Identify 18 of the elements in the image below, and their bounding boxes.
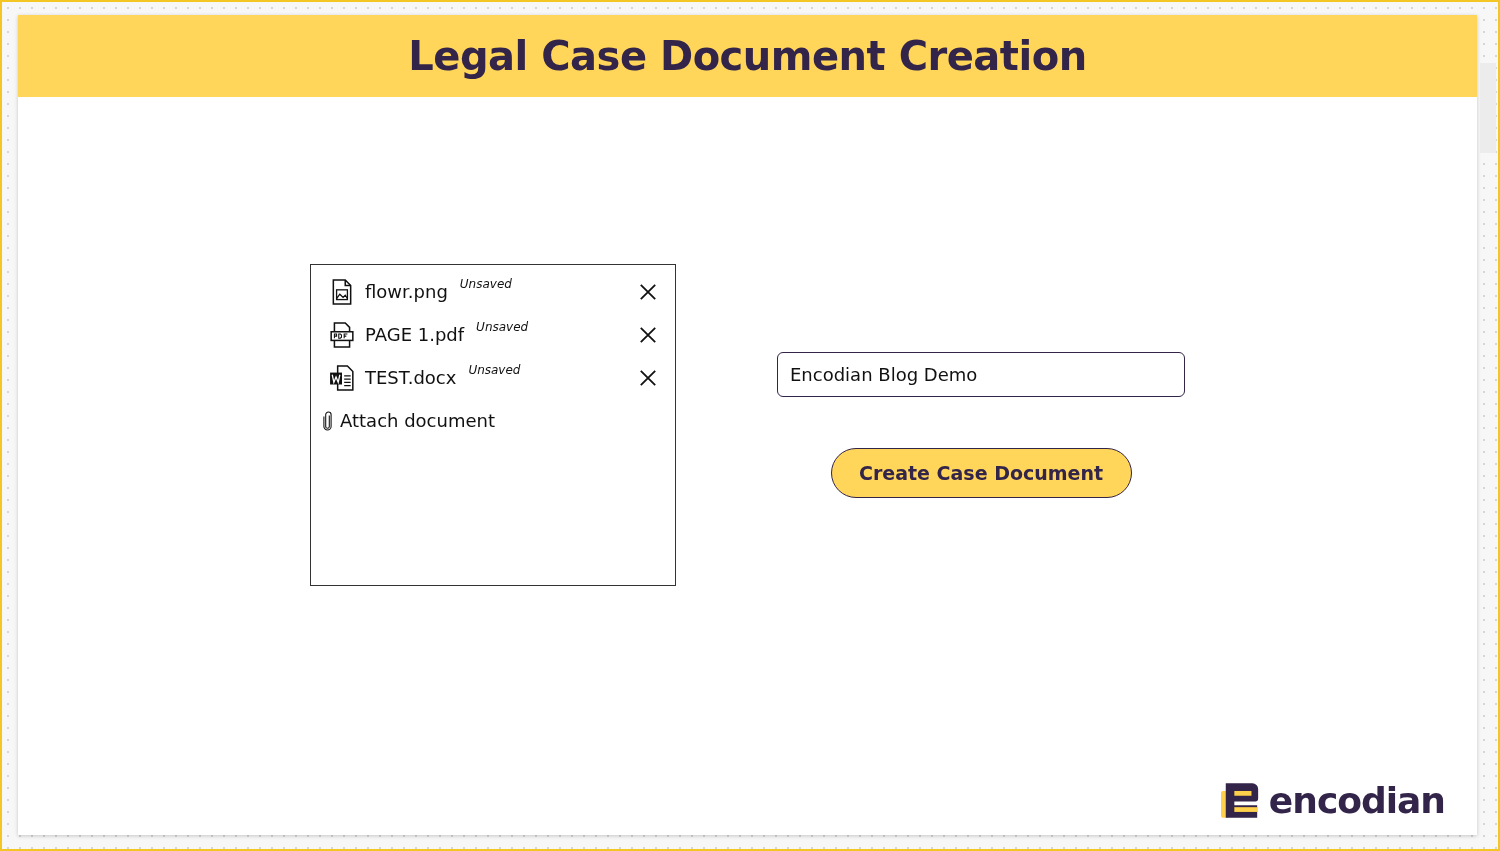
paperclip-icon	[323, 410, 332, 431]
file-name: TEST.docx	[365, 367, 457, 388]
close-icon[interactable]	[639, 369, 657, 387]
file-status: Unsaved	[468, 363, 521, 377]
logo-icon	[1220, 783, 1261, 818]
pdf-file-icon	[329, 322, 355, 348]
file-status: Unsaved	[476, 320, 529, 334]
create-case-document-button[interactable]: Create Case Document	[830, 448, 1132, 498]
close-icon[interactable]	[639, 326, 657, 344]
file-status: Unsaved	[459, 277, 512, 291]
close-icon[interactable]	[639, 283, 657, 301]
page-title: Legal Case Document Creation	[408, 33, 1087, 79]
case-name-field[interactable]: Encodian Blog Demo	[777, 352, 1185, 397]
logo-text: encodian	[1268, 780, 1445, 821]
word-file-icon	[329, 365, 355, 391]
file-name: flowr.png	[365, 281, 448, 302]
attach-document-link[interactable]: Attach document	[340, 410, 495, 431]
file-name: PAGE 1.pdf	[365, 324, 465, 345]
